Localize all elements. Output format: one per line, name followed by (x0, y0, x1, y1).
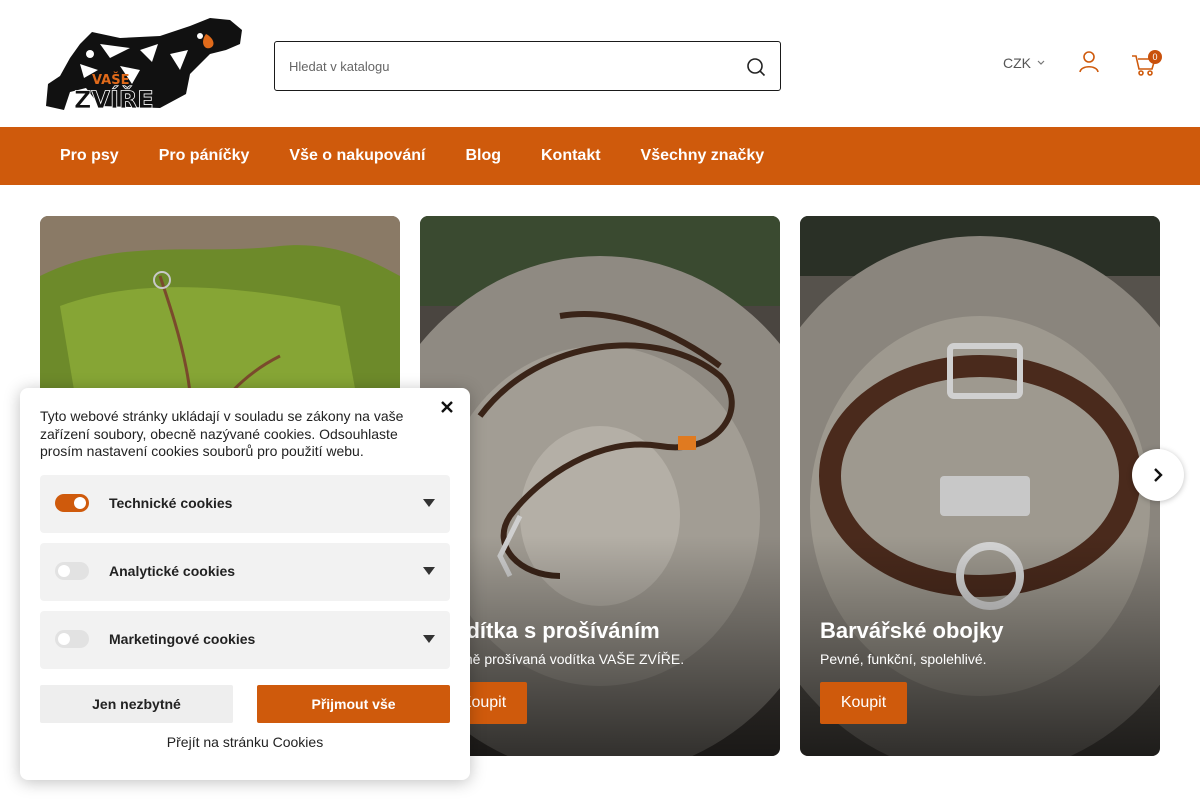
toggle-knob (58, 633, 70, 645)
cookie-option-marketing[interactable]: Marketingové cookies (40, 611, 450, 669)
slide-title: Barvářské obojky (820, 618, 1004, 643)
cookie-option-label: Analytické cookies (109, 563, 236, 579)
slide-subtitle: Ručně prošívaná vodítka VAŠE ZVÍŘE. (440, 651, 685, 667)
nav-item-vsechny-znacky[interactable]: Všechny značky (641, 147, 765, 165)
toggle-switch[interactable] (55, 562, 89, 580)
caret-down-icon[interactable] (423, 567, 435, 575)
currency-label: CZK (1003, 55, 1031, 71)
toggle-switch[interactable] (55, 630, 89, 648)
close-icon[interactable] (439, 399, 455, 415)
search-box[interactable] (274, 41, 781, 91)
nav-item-blog[interactable]: Blog (465, 147, 501, 165)
slide-title: Vodítka s prošíváním (440, 618, 660, 643)
essential-only-button[interactable]: Jen nezbytné (40, 685, 233, 723)
user-icon[interactable] (1077, 50, 1101, 74)
cookie-option-label: Technické cookies (109, 495, 233, 511)
caret-down-icon[interactable] (423, 499, 435, 507)
nav-item-pro-psy[interactable]: Pro psy (60, 147, 119, 165)
slide-card-voditka[interactable]: Vodítka s prošíváním Ručně prošívaná vod… (420, 216, 780, 756)
caret-down-icon[interactable] (423, 635, 435, 643)
cookies-page-link[interactable]: Přejít na stránku Cookies (20, 734, 470, 750)
cookie-option-technical[interactable]: Technické cookies (40, 475, 450, 533)
slide-card-barvarske-obojky[interactable]: Barvářské obojky Pevné, funkční, spolehl… (800, 216, 1160, 756)
main-navigation: Pro psy Pro páníčky Vše o nakupování Blo… (0, 127, 1200, 185)
toggle-knob (74, 497, 86, 509)
slide-subtitle: Pevné, funkční, spolehlivé. (820, 651, 987, 667)
toggle-switch[interactable] (55, 494, 89, 512)
chevron-down-icon (1037, 60, 1045, 65)
cookie-intro-text: Tyto webové stránky ukládají v souladu s… (40, 408, 404, 459)
site-logo[interactable]: VAŠE ZVÍŘE (40, 14, 245, 114)
search-icon[interactable] (746, 57, 766, 77)
site-header: VAŠE ZVÍŘE CZK 0 (0, 0, 1200, 127)
svg-text:ZVÍŘE: ZVÍŘE (74, 85, 154, 114)
carousel-next-button[interactable] (1132, 449, 1184, 501)
cookie-option-label: Marketingové cookies (109, 631, 256, 647)
cookie-option-analytics[interactable]: Analytické cookies (40, 543, 450, 601)
search-input[interactable] (289, 42, 729, 90)
accept-all-button[interactable]: Přijmout vše (257, 685, 450, 723)
nav-item-kontakt[interactable]: Kontakt (541, 147, 601, 165)
cookie-consent-dialog: Tyto webové stránky ukládají v souladu s… (20, 388, 470, 780)
currency-selector[interactable]: CZK (1003, 55, 1045, 71)
nav-item-vse-o-nakupovani[interactable]: Vše o nakupování (289, 147, 425, 165)
nav-item-pro-panicky[interactable]: Pro páníčky (159, 147, 250, 165)
cart-count-badge: 0 (1148, 50, 1162, 64)
toggle-knob (58, 565, 70, 577)
chevron-right-icon (1154, 468, 1163, 482)
buy-button[interactable]: Koupit (820, 682, 907, 724)
